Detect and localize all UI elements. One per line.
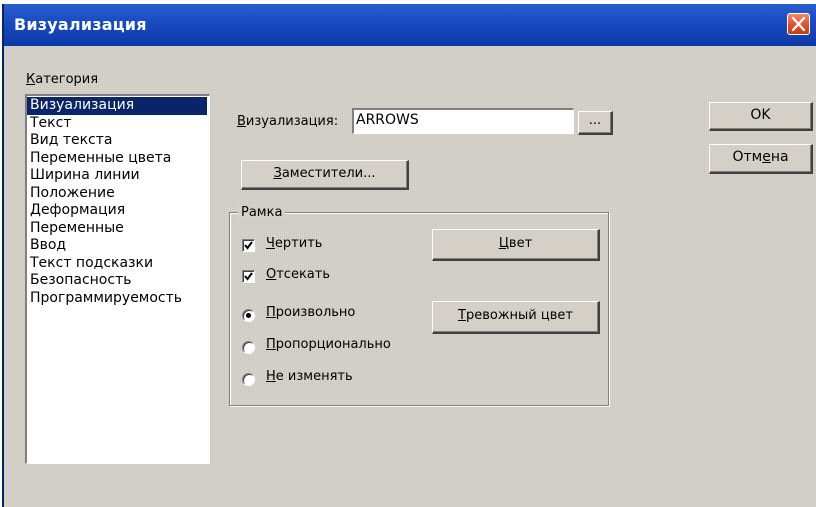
category-item[interactable]: Переменные <box>27 220 209 238</box>
frame-group-title: Рамка <box>238 205 286 220</box>
radio-proportional-label: Пропорционально <box>266 337 391 352</box>
category-item[interactable]: Вид текста <box>27 132 209 150</box>
category-item[interactable]: Переменные цвета <box>27 150 209 168</box>
category-label: Категория <box>26 72 99 87</box>
category-item[interactable]: Программируемость <box>27 290 209 308</box>
title-bar: Визуализация <box>4 4 816 46</box>
category-item[interactable]: Ввод <box>27 237 209 255</box>
window-title: Визуализация <box>14 15 147 34</box>
category-item[interactable]: Текст <box>27 115 209 133</box>
radio-arbitrary[interactable] <box>242 309 255 322</box>
clip-checkbox[interactable] <box>242 270 255 283</box>
radio-dot <box>246 313 251 318</box>
radio-arbitrary-label: Произвольно <box>266 305 356 320</box>
category-item[interactable]: Визуализация <box>27 97 207 115</box>
category-item[interactable]: Положение <box>27 185 209 203</box>
category-item[interactable]: Безопасность <box>27 272 209 290</box>
draw-checkbox-label: Чертить <box>266 236 323 251</box>
radio-no-change[interactable] <box>242 373 255 386</box>
close-button[interactable] <box>787 13 810 35</box>
draw-checkbox[interactable] <box>242 239 255 252</box>
category-item[interactable]: Текст подсказки <box>27 255 209 273</box>
color-button[interactable]: Цвет <box>432 229 600 261</box>
category-item[interactable]: Деформация <box>27 202 209 220</box>
checkmark-icon <box>244 272 253 281</box>
dialog-client: Категория Визуализация Текст Вид текста Пер… <box>4 46 816 507</box>
cancel-button[interactable]: Отмена <box>709 144 813 174</box>
checkmark-icon <box>244 241 253 250</box>
clip-checkbox-label: Отсекать <box>266 267 331 282</box>
ok-button[interactable]: OK <box>709 102 813 131</box>
category-list[interactable]: Визуализация Текст Вид текста Переменные цв… <box>25 94 210 464</box>
browse-button[interactable]: ... <box>578 111 613 135</box>
visualization-label: Визуализация: <box>237 114 339 129</box>
dialog-window: Визуализация Категория Визуализация Текст… <box>2 4 816 507</box>
category-item[interactable]: Ширина линии <box>27 167 209 185</box>
alarm-color-button[interactable]: Тревожный цвет <box>432 301 600 334</box>
placeholders-button[interactable]: Заместители... <box>241 160 409 190</box>
close-icon <box>791 16 806 32</box>
radio-proportional[interactable] <box>242 341 255 354</box>
visualization-input[interactable]: ARROWS <box>352 108 574 134</box>
radio-no-change-label: Не изменять <box>266 369 353 384</box>
